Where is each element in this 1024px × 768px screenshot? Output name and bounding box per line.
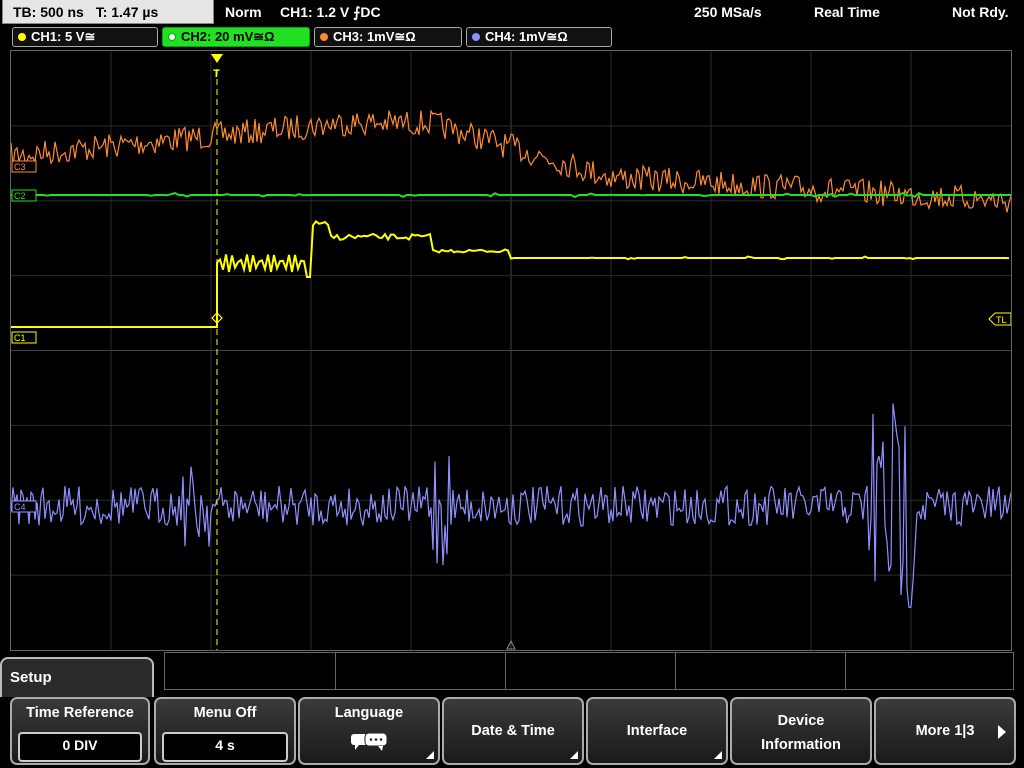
ch1-color-dot bbox=[18, 33, 26, 41]
trigger-mode[interactable]: Norm bbox=[225, 0, 262, 24]
tab-ch3[interactable]: CH3: 1mV≅Ω bbox=[314, 27, 462, 47]
ch3-marker-label: C3 bbox=[14, 162, 26, 172]
strip-cell bbox=[335, 653, 506, 689]
trigger-time-value: T: 1.47 µs bbox=[95, 4, 159, 20]
date-time-label: Date & Time bbox=[471, 723, 555, 739]
strip-cell bbox=[505, 653, 676, 689]
setup-menu-title: Setup bbox=[0, 657, 154, 697]
ch2-offset-marker[interactable]: C2 bbox=[11, 189, 37, 202]
ch1-offset-marker[interactable]: C1 bbox=[11, 331, 37, 344]
device-info-label-line2: Information bbox=[761, 737, 841, 753]
interface-label: Interface bbox=[626, 723, 688, 739]
ready-state: Not Rdy. bbox=[952, 4, 1009, 20]
language-softkey[interactable]: Language bbox=[298, 697, 440, 765]
graticule-grid bbox=[11, 51, 1011, 650]
menu-off-value: 4 s bbox=[162, 732, 288, 762]
date-time-softkey[interactable]: Date & Time bbox=[442, 697, 584, 765]
device-information-softkey[interactable]: Device Information bbox=[730, 697, 872, 765]
more-label: More 1|3 bbox=[915, 723, 975, 739]
ch2-color-dot bbox=[168, 33, 176, 41]
trigger-level-label: TL bbox=[996, 315, 1007, 325]
menu-strip bbox=[164, 652, 1014, 690]
time-reference-softkey[interactable]: Time Reference 0 DIV bbox=[10, 697, 150, 765]
submenu-indicator-icon bbox=[570, 751, 578, 759]
tab-ch2-label: CH2: 20 mV≅Ω bbox=[181, 29, 275, 44]
ch4-marker-label: C4 bbox=[14, 502, 26, 512]
interface-softkey[interactable]: Interface bbox=[586, 697, 728, 765]
tab-ch1[interactable]: CH1: 5 V≅ bbox=[12, 27, 158, 47]
submenu-indicator-icon bbox=[714, 751, 722, 759]
submenu-indicator-icon bbox=[426, 751, 434, 759]
time-reference-label: Time Reference bbox=[26, 705, 134, 721]
waveform-canvas: T C3 C2 C1 C4 TL bbox=[11, 51, 1011, 650]
tab-ch3-label: CH3: 1mV≅Ω bbox=[333, 29, 416, 44]
ch4-offset-marker[interactable]: C4 bbox=[11, 500, 37, 513]
ch1-marker-label: C1 bbox=[14, 333, 26, 343]
trigger-position-marker[interactable]: T bbox=[211, 54, 223, 80]
strip-cell bbox=[165, 653, 336, 689]
time-reference-value: 0 DIV bbox=[18, 732, 142, 762]
timebase-readout[interactable]: TB: 500 ns T: 1.47 µs bbox=[2, 0, 214, 24]
trigger-pos-label: T bbox=[213, 68, 220, 80]
tab-ch1-label: CH1: 5 V≅ bbox=[31, 29, 96, 44]
tab-ch4[interactable]: CH4: 1mV≅Ω bbox=[466, 27, 612, 47]
tab-ch2[interactable]: CH2: 20 mV≅Ω bbox=[162, 27, 310, 47]
ch4-color-dot bbox=[472, 33, 480, 41]
more-softkey[interactable]: More 1|3 bbox=[874, 697, 1016, 765]
status-bar: TB: 500 ns T: 1.47 µs Norm CH1: 1.2 V ⨍D… bbox=[0, 0, 1024, 24]
next-page-icon bbox=[998, 725, 1006, 739]
trigger-level-marker[interactable]: TL bbox=[988, 312, 1011, 326]
timebase-value: TB: 500 ns bbox=[13, 4, 84, 20]
ch1-waveform bbox=[11, 219, 1010, 328]
tab-ch4-label: CH4: 1mV≅Ω bbox=[485, 29, 568, 44]
acquisition-mode: Real Time bbox=[814, 4, 880, 20]
menu-off-softkey[interactable]: Menu Off 4 s bbox=[154, 697, 296, 765]
menu-off-label: Menu Off bbox=[193, 705, 257, 721]
ch2-marker-label: C2 bbox=[14, 191, 26, 201]
device-info-label-line1: Device bbox=[777, 713, 825, 729]
speech-bubbles-icon bbox=[351, 732, 388, 751]
trigger-setting[interactable]: CH1: 1.2 V ⨍DC bbox=[280, 0, 381, 24]
ch3-offset-marker[interactable]: C3 bbox=[11, 160, 37, 173]
language-label: Language bbox=[334, 705, 404, 721]
strip-cell bbox=[675, 653, 846, 689]
sample-rate: 250 MSa/s bbox=[694, 4, 762, 20]
ch3-color-dot bbox=[320, 33, 328, 41]
waveform-display[interactable]: T C3 C2 C1 C4 TL bbox=[10, 50, 1012, 651]
